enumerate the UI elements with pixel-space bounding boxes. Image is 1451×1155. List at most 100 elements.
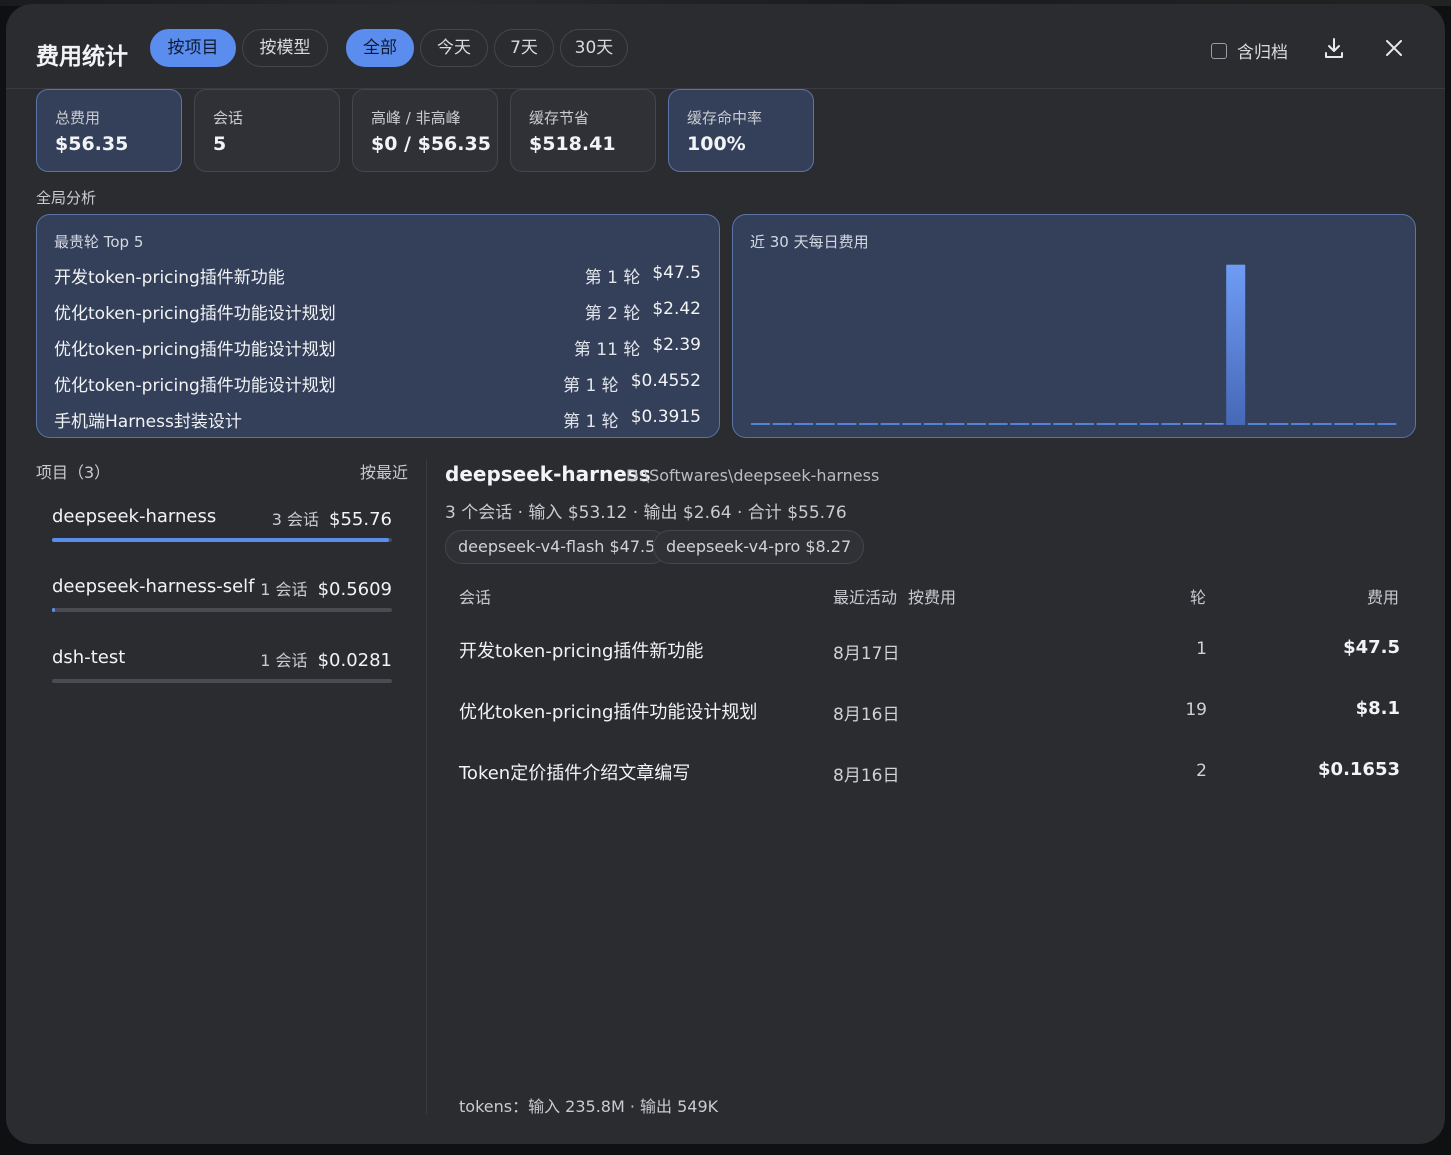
stat-value: $0 / $56.35 [371,133,491,155]
model-chip[interactable]: deepseek-v4-pro $8.27 [653,530,865,564]
project-session-count: 1 会话 [260,651,308,670]
col-session: 会话 [459,588,492,607]
top5-round: 第 1 轮 [563,412,619,432]
top5-name: 开发token-pricing插件新功能 [54,268,285,288]
col-by-cost[interactable]: 按费用 [908,584,956,608]
session-cost: $8.1 [1355,698,1400,719]
daily-cost-bar[interactable] [1312,423,1332,425]
daily-cost-bar[interactable] [923,423,943,425]
session-rounds: 2 [1196,761,1207,781]
session-row[interactable]: 优化token-pricing插件功能设计规划 8月16日 19 $8.1 [446,698,1422,759]
daily-cost-bar[interactable] [902,423,922,425]
stat-label: 高峰 / 非高峰 [371,109,461,127]
daily-cost-bar[interactable] [772,423,792,425]
daily-cost-bar[interactable] [1139,423,1159,425]
project-item[interactable]: deepseek-harness-self 1 会话 $0.5609 [52,576,392,636]
daily-cost-bar[interactable] [1118,423,1138,425]
token-usage-summary: tokens：输入 235.8M · 输出 549K [459,1097,719,1116]
stat-peak-offpeak: 高峰 / 非高峰 $0 / $56.35 [352,89,498,172]
col-recent-activity[interactable]: 最近活动 [833,584,897,608]
daily-cost-chart [751,264,1397,425]
daily-cost-bar[interactable] [1031,423,1051,425]
tab-by-project[interactable]: 按项目 [150,29,236,67]
daily-cost-bar[interactable] [967,423,986,425]
daily-cost-bar[interactable] [1355,423,1375,425]
top5-cost: $0.3915 [630,407,701,427]
top5-row[interactable]: 优化token-pricing插件功能设计规划 第 1 轮 $0.4552 [54,371,701,396]
project-share-bar [52,679,392,683]
session-row[interactable]: Token定价插件介绍文章编写 8月16日 2 $0.1653 [446,759,1422,820]
project-name: dsh-test [52,647,126,668]
daily-cost-bar[interactable] [1377,423,1397,425]
daily-cost-bar[interactable] [1010,423,1030,425]
daily-cost-bar[interactable] [1226,264,1246,425]
daily-cost-bar[interactable] [1075,423,1094,425]
top5-name: 优化token-pricing插件功能设计规划 [54,376,336,396]
top5-name: 手机端Harness封装设计 [54,412,242,432]
daily-cost-panel: 近 30 天每日费用 [732,214,1416,438]
daily-cost-bar[interactable] [815,423,835,425]
project-share-fill [52,538,389,542]
session-row[interactable]: 开发token-pricing插件新功能 8月17日 1 $47.5 [446,637,1422,698]
daily-cost-bar[interactable] [1161,423,1181,425]
project-item[interactable]: deepseek-harness 3 会话 $55.76 [52,506,392,566]
range-7d[interactable]: 7天 [494,29,554,67]
dialog-header: 费用统计 按项目 按模型 全部 今天 7天 30天 含归档 [6,4,1445,89]
session-cost: $0.1653 [1318,759,1400,780]
top5-cost: $47.5 [652,263,701,283]
include-archive-checkbox[interactable] [1211,42,1227,59]
project-share-fill [52,608,56,612]
panel-divider [426,459,427,1114]
include-archive-toggle[interactable]: 含归档 [1211,38,1288,63]
daily-cost-bar[interactable] [859,423,878,425]
top5-round: 第 2 轮 [584,304,641,324]
daily-cost-bar[interactable] [1183,423,1202,425]
daily-cost-bar[interactable] [751,423,770,425]
col-cost: 费用 [1367,588,1400,607]
top5-row[interactable]: 手机端Harness封装设计 第 1 轮 $0.3915 [54,407,701,432]
session-date: 8月16日 [833,766,900,786]
daily-cost-bar[interactable] [945,423,965,425]
close-icon[interactable] [1380,34,1408,62]
project-name: deepseek-harness [52,506,217,527]
cost-stats-dialog: 费用统计 按项目 按模型 全部 今天 7天 30天 含归档 总费用 $56.35… [6,4,1445,1144]
projects-count-label: 项目（3） [36,463,111,482]
range-all[interactable]: 全部 [346,29,414,67]
range-today[interactable]: 今天 [420,29,488,67]
daily-cost-bar[interactable] [880,423,900,425]
top5-cost: $0.4552 [630,371,701,391]
daily-cost-bar[interactable] [1096,423,1116,425]
session-cost: $47.5 [1343,637,1400,658]
session-name: Token定价插件介绍文章编写 [459,763,691,784]
sort-recent-button[interactable]: 按最近 [360,459,408,483]
session-name: 优化token-pricing插件功能设计规划 [459,702,758,723]
project-detail-summary: 3 个会话 · 输入 $53.12 · 输出 $2.64 · 合计 $55.76 [445,503,847,523]
model-chip[interactable]: deepseek-v4-flash $47.5 [445,530,669,564]
daily-cost-bar[interactable] [1291,423,1310,425]
stat-value: 100% [687,133,746,155]
download-icon[interactable] [1320,34,1348,62]
daily-cost-bar[interactable] [837,423,857,425]
session-rounds: 1 [1196,639,1207,659]
project-item[interactable]: dsh-test 1 会话 $0.0281 [52,647,392,707]
session-name: 开发token-pricing插件新功能 [459,641,704,662]
project-cost: $0.5609 [317,579,392,600]
stat-sessions: 会话 5 [194,89,340,172]
daily-cost-bar[interactable] [1204,423,1224,425]
top5-cost: $2.42 [652,299,701,319]
range-30d[interactable]: 30天 [560,29,628,67]
project-cost: $0.0281 [317,650,392,671]
daily-cost-bar[interactable] [1269,423,1289,425]
daily-cost-bar[interactable] [794,423,814,425]
top5-round: 第 1 轮 [563,376,619,396]
daily-cost-bar[interactable] [1053,423,1073,425]
daily-cost-bar[interactable] [1334,423,1354,425]
stat-label: 缓存节省 [529,109,590,127]
daily-cost-bar[interactable] [1247,423,1267,425]
top5-row[interactable]: 优化token-pricing插件功能设计规划 第 2 轮 $2.42 [54,299,701,324]
tab-by-model[interactable]: 按模型 [242,29,328,67]
daily-cost-bar[interactable] [988,423,1008,425]
top5-row[interactable]: 开发token-pricing插件新功能 第 1 轮 $47.5 [54,263,701,288]
top5-row[interactable]: 优化token-pricing插件功能设计规划 第 11 轮 $2.39 [54,335,701,360]
project-session-count: 3 会话 [271,510,320,529]
